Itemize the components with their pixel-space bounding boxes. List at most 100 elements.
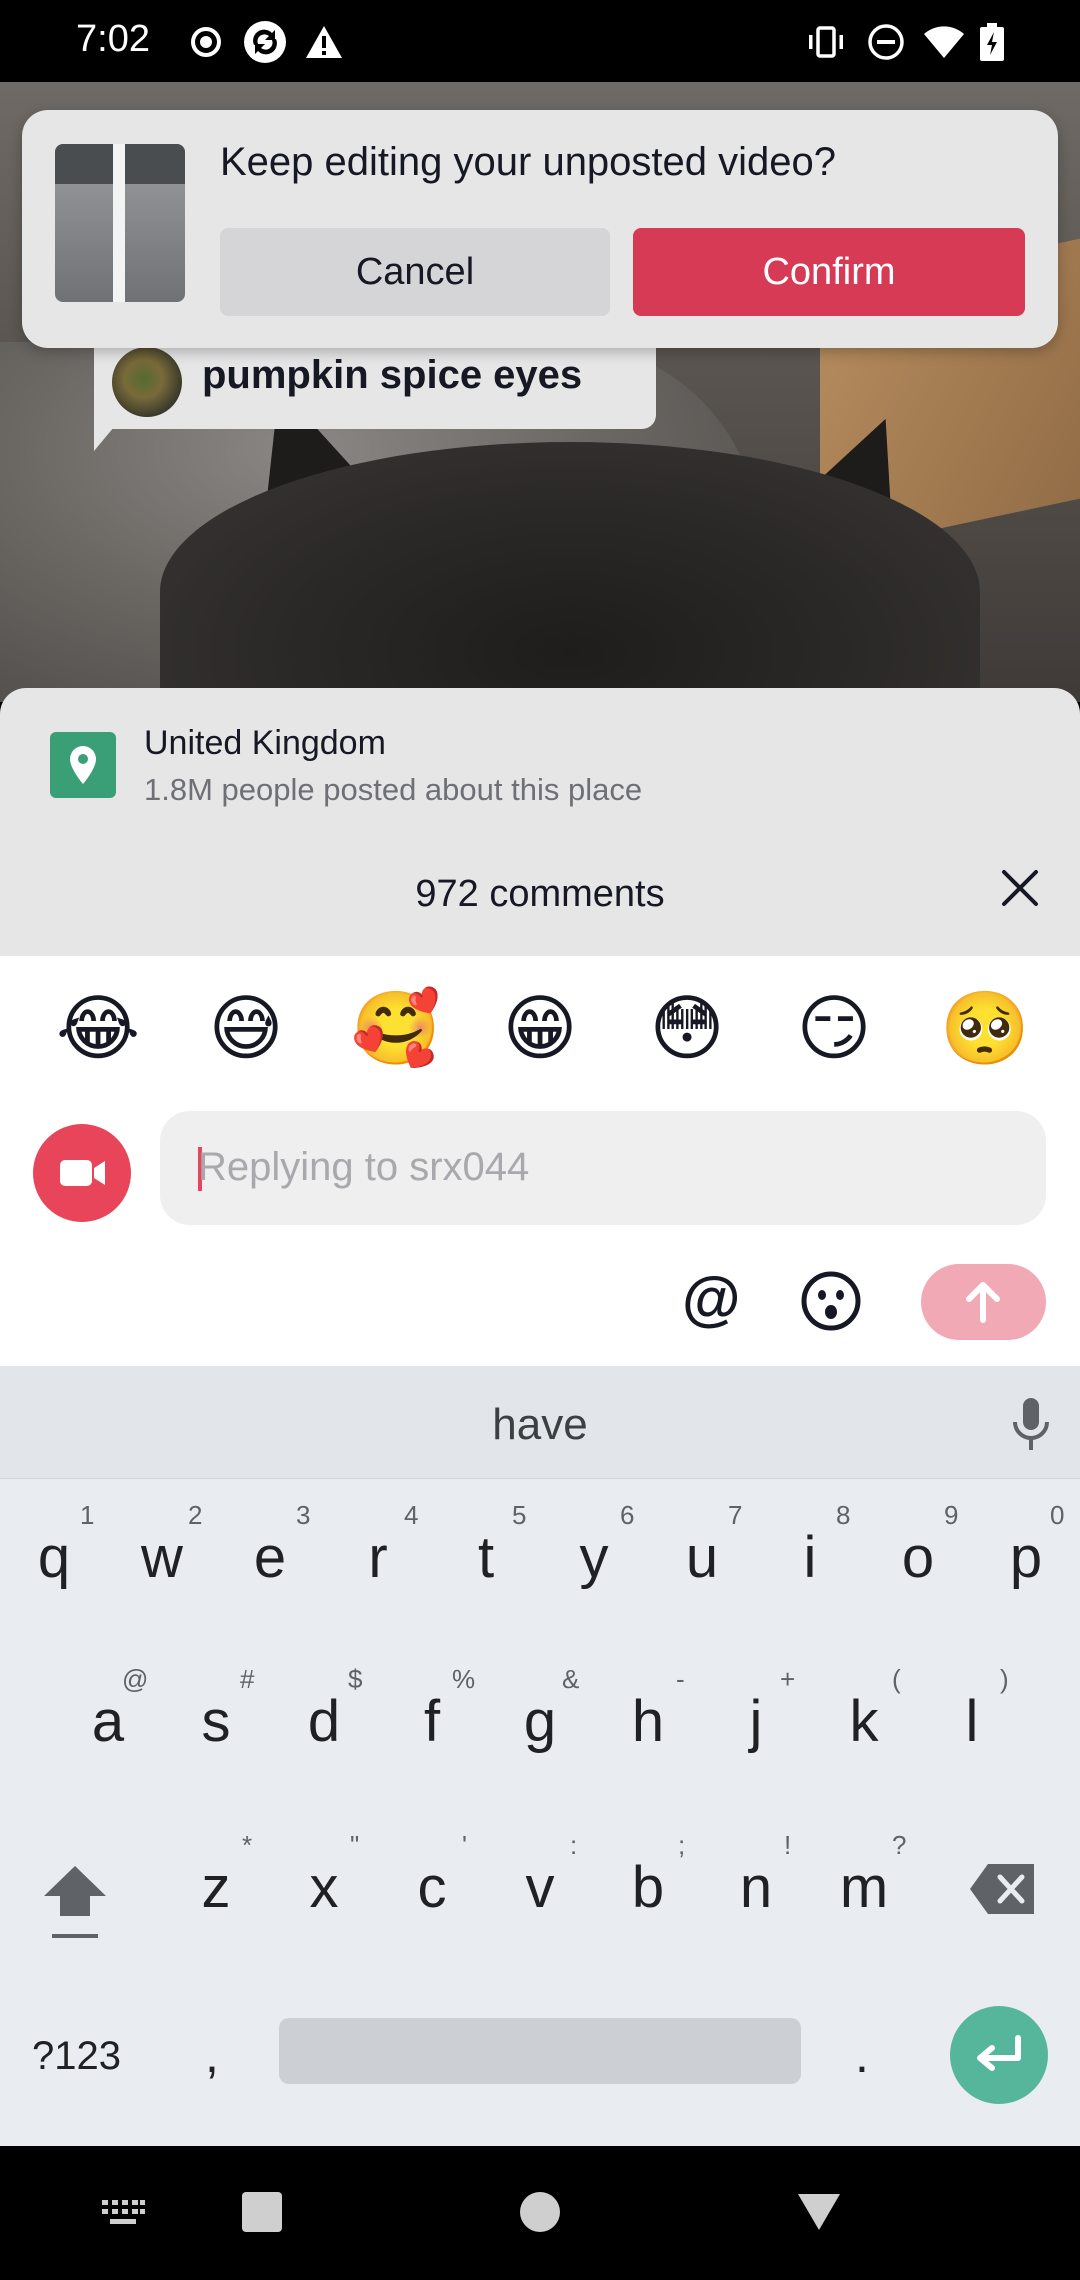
- suggestion-strip: have: [0, 1366, 1080, 1479]
- enter-key[interactable]: [950, 2006, 1048, 2104]
- key-v[interactable]: v: [500, 1854, 580, 1921]
- key-hint: ): [1000, 1664, 1009, 1694]
- key-g[interactable]: g: [500, 1688, 580, 1755]
- key-b[interactable]: b: [608, 1854, 688, 1921]
- key-hint: ": [350, 1830, 360, 1860]
- video-thumbnail: [55, 144, 185, 302]
- key-hint: *: [242, 1830, 253, 1860]
- key-hint: %: [452, 1664, 476, 1694]
- emoji-button-tears-of-joy[interactable]: 😂: [56, 986, 140, 1070]
- location-subtitle: 1.8M people posted about this place: [144, 772, 643, 807]
- key-hint: :: [570, 1830, 578, 1860]
- microphone-icon[interactable]: [1008, 1396, 1054, 1454]
- emoji-button-flushed[interactable]: 😳: [645, 986, 729, 1070]
- emoji-button-grin[interactable]: 😁: [498, 986, 582, 1070]
- key-hint: (: [892, 1664, 901, 1694]
- cancel-button[interactable]: Cancel: [220, 228, 610, 316]
- key-l[interactable]: l: [932, 1688, 1012, 1755]
- shift-icon[interactable]: [40, 1860, 110, 1940]
- confirm-button[interactable]: Confirm: [633, 228, 1025, 316]
- key-hint: &: [562, 1664, 580, 1694]
- key-x[interactable]: x: [284, 1854, 364, 1921]
- keyboard-switch-icon[interactable]: [100, 2198, 146, 2228]
- key-d[interactable]: d: [284, 1688, 364, 1755]
- key-hint: 0: [1050, 1500, 1065, 1530]
- comments-count: 972 comments: [415, 873, 665, 915]
- key-p[interactable]: p: [986, 1524, 1066, 1591]
- key-n[interactable]: n: [716, 1854, 796, 1921]
- sync-icon: [244, 21, 286, 63]
- key-y[interactable]: y: [554, 1524, 634, 1591]
- key-hint: 4: [404, 1500, 419, 1530]
- key-z[interactable]: z: [176, 1854, 256, 1921]
- key-hint: 8: [836, 1500, 851, 1530]
- key-s[interactable]: s: [176, 1688, 256, 1755]
- arrow-up-icon: [966, 1282, 1000, 1323]
- key-f[interactable]: f: [392, 1688, 472, 1755]
- key-hint: 2: [188, 1500, 203, 1530]
- emoji-button-sweat-smile[interactable]: 😅: [204, 986, 288, 1070]
- unposted-video-dialog: Keep editing your unposted video? Cancel…: [22, 110, 1058, 348]
- key-o[interactable]: o: [878, 1524, 958, 1591]
- backspace-icon[interactable]: [968, 1862, 1038, 1916]
- reply-sticker[interactable]: pumpkin spice eyes: [94, 345, 656, 451]
- key-j[interactable]: j: [716, 1688, 796, 1755]
- back-icon[interactable]: [796, 2190, 842, 2234]
- video-reply-button[interactable]: [33, 1124, 131, 1222]
- key-u[interactable]: u: [662, 1524, 742, 1591]
- key-hint: 9: [944, 1500, 959, 1530]
- key-k[interactable]: k: [824, 1688, 904, 1755]
- video-camera-icon: [60, 1160, 105, 1186]
- send-button[interactable]: [921, 1264, 1046, 1340]
- symbols-key[interactable]: ?123: [32, 2034, 121, 2079]
- battery-icon: [980, 23, 1004, 61]
- key-hint: +: [780, 1664, 796, 1694]
- location-title[interactable]: United Kingdom: [144, 724, 386, 763]
- comma-key[interactable]: ,: [205, 2026, 219, 2084]
- do-not-disturb-icon: [868, 24, 904, 60]
- key-m[interactable]: m: [824, 1854, 904, 1921]
- key-hint: 1: [80, 1500, 95, 1530]
- comment-input-placeholder: Replying to srx044: [198, 1145, 530, 1189]
- key-c[interactable]: c: [392, 1854, 472, 1921]
- key-q[interactable]: q: [14, 1524, 94, 1591]
- key-hint: @: [122, 1664, 149, 1694]
- key-r[interactable]: r: [338, 1524, 418, 1591]
- emoji-button-hearts[interactable]: 🥰: [351, 986, 441, 1070]
- dialog-title: Keep editing your unposted video?: [220, 140, 837, 184]
- keyboard: have q 1 w 2 e 3 r 4 t 5 y 6 u 7 i 8 o 9…: [0, 1366, 1080, 2146]
- key-w[interactable]: w: [122, 1524, 202, 1591]
- status-time: 7:02: [76, 18, 150, 60]
- key-hint: ;: [678, 1830, 686, 1860]
- reply-composer: 😂 😅 🥰 😁 😳 😏 🥺 Replying to srx044 @: [0, 956, 1080, 1366]
- mention-button[interactable]: @: [682, 1264, 741, 1333]
- key-h[interactable]: h: [608, 1688, 688, 1755]
- home-icon[interactable]: [518, 2190, 562, 2234]
- key-a[interactable]: a: [68, 1688, 148, 1755]
- emoji-button-pleading[interactable]: 🥺: [940, 986, 1030, 1070]
- navigation-bar: [0, 2146, 1080, 2280]
- space-key[interactable]: [279, 2018, 801, 2084]
- key-i[interactable]: i: [770, 1524, 850, 1591]
- key-hint: !: [784, 1830, 792, 1860]
- sticker-username: pumpkin spice eyes: [202, 353, 583, 397]
- period-key[interactable]: .: [855, 2026, 869, 2084]
- key-hint: #: [240, 1664, 255, 1694]
- status-bar: 7:02: [0, 0, 1080, 82]
- comment-input[interactable]: Replying to srx044: [160, 1111, 1046, 1225]
- key-hint: $: [348, 1664, 363, 1694]
- sticker-tail: [94, 415, 124, 451]
- suggestion-word[interactable]: have: [0, 1400, 1080, 1450]
- emoji-picker-icon[interactable]: [800, 1270, 862, 1332]
- emoji-button-smirk[interactable]: 😏: [792, 986, 876, 1070]
- key-hint: 5: [512, 1500, 527, 1530]
- key-hint: ?: [892, 1830, 907, 1860]
- key-t[interactable]: t: [446, 1524, 526, 1591]
- key-hint: 6: [620, 1500, 635, 1530]
- close-icon[interactable]: [998, 866, 1042, 910]
- key-e[interactable]: e: [230, 1524, 310, 1591]
- recents-icon[interactable]: [240, 2190, 284, 2234]
- location-pin-icon: [50, 732, 116, 798]
- wifi-icon: [924, 26, 964, 58]
- vibrate-icon: [809, 26, 843, 58]
